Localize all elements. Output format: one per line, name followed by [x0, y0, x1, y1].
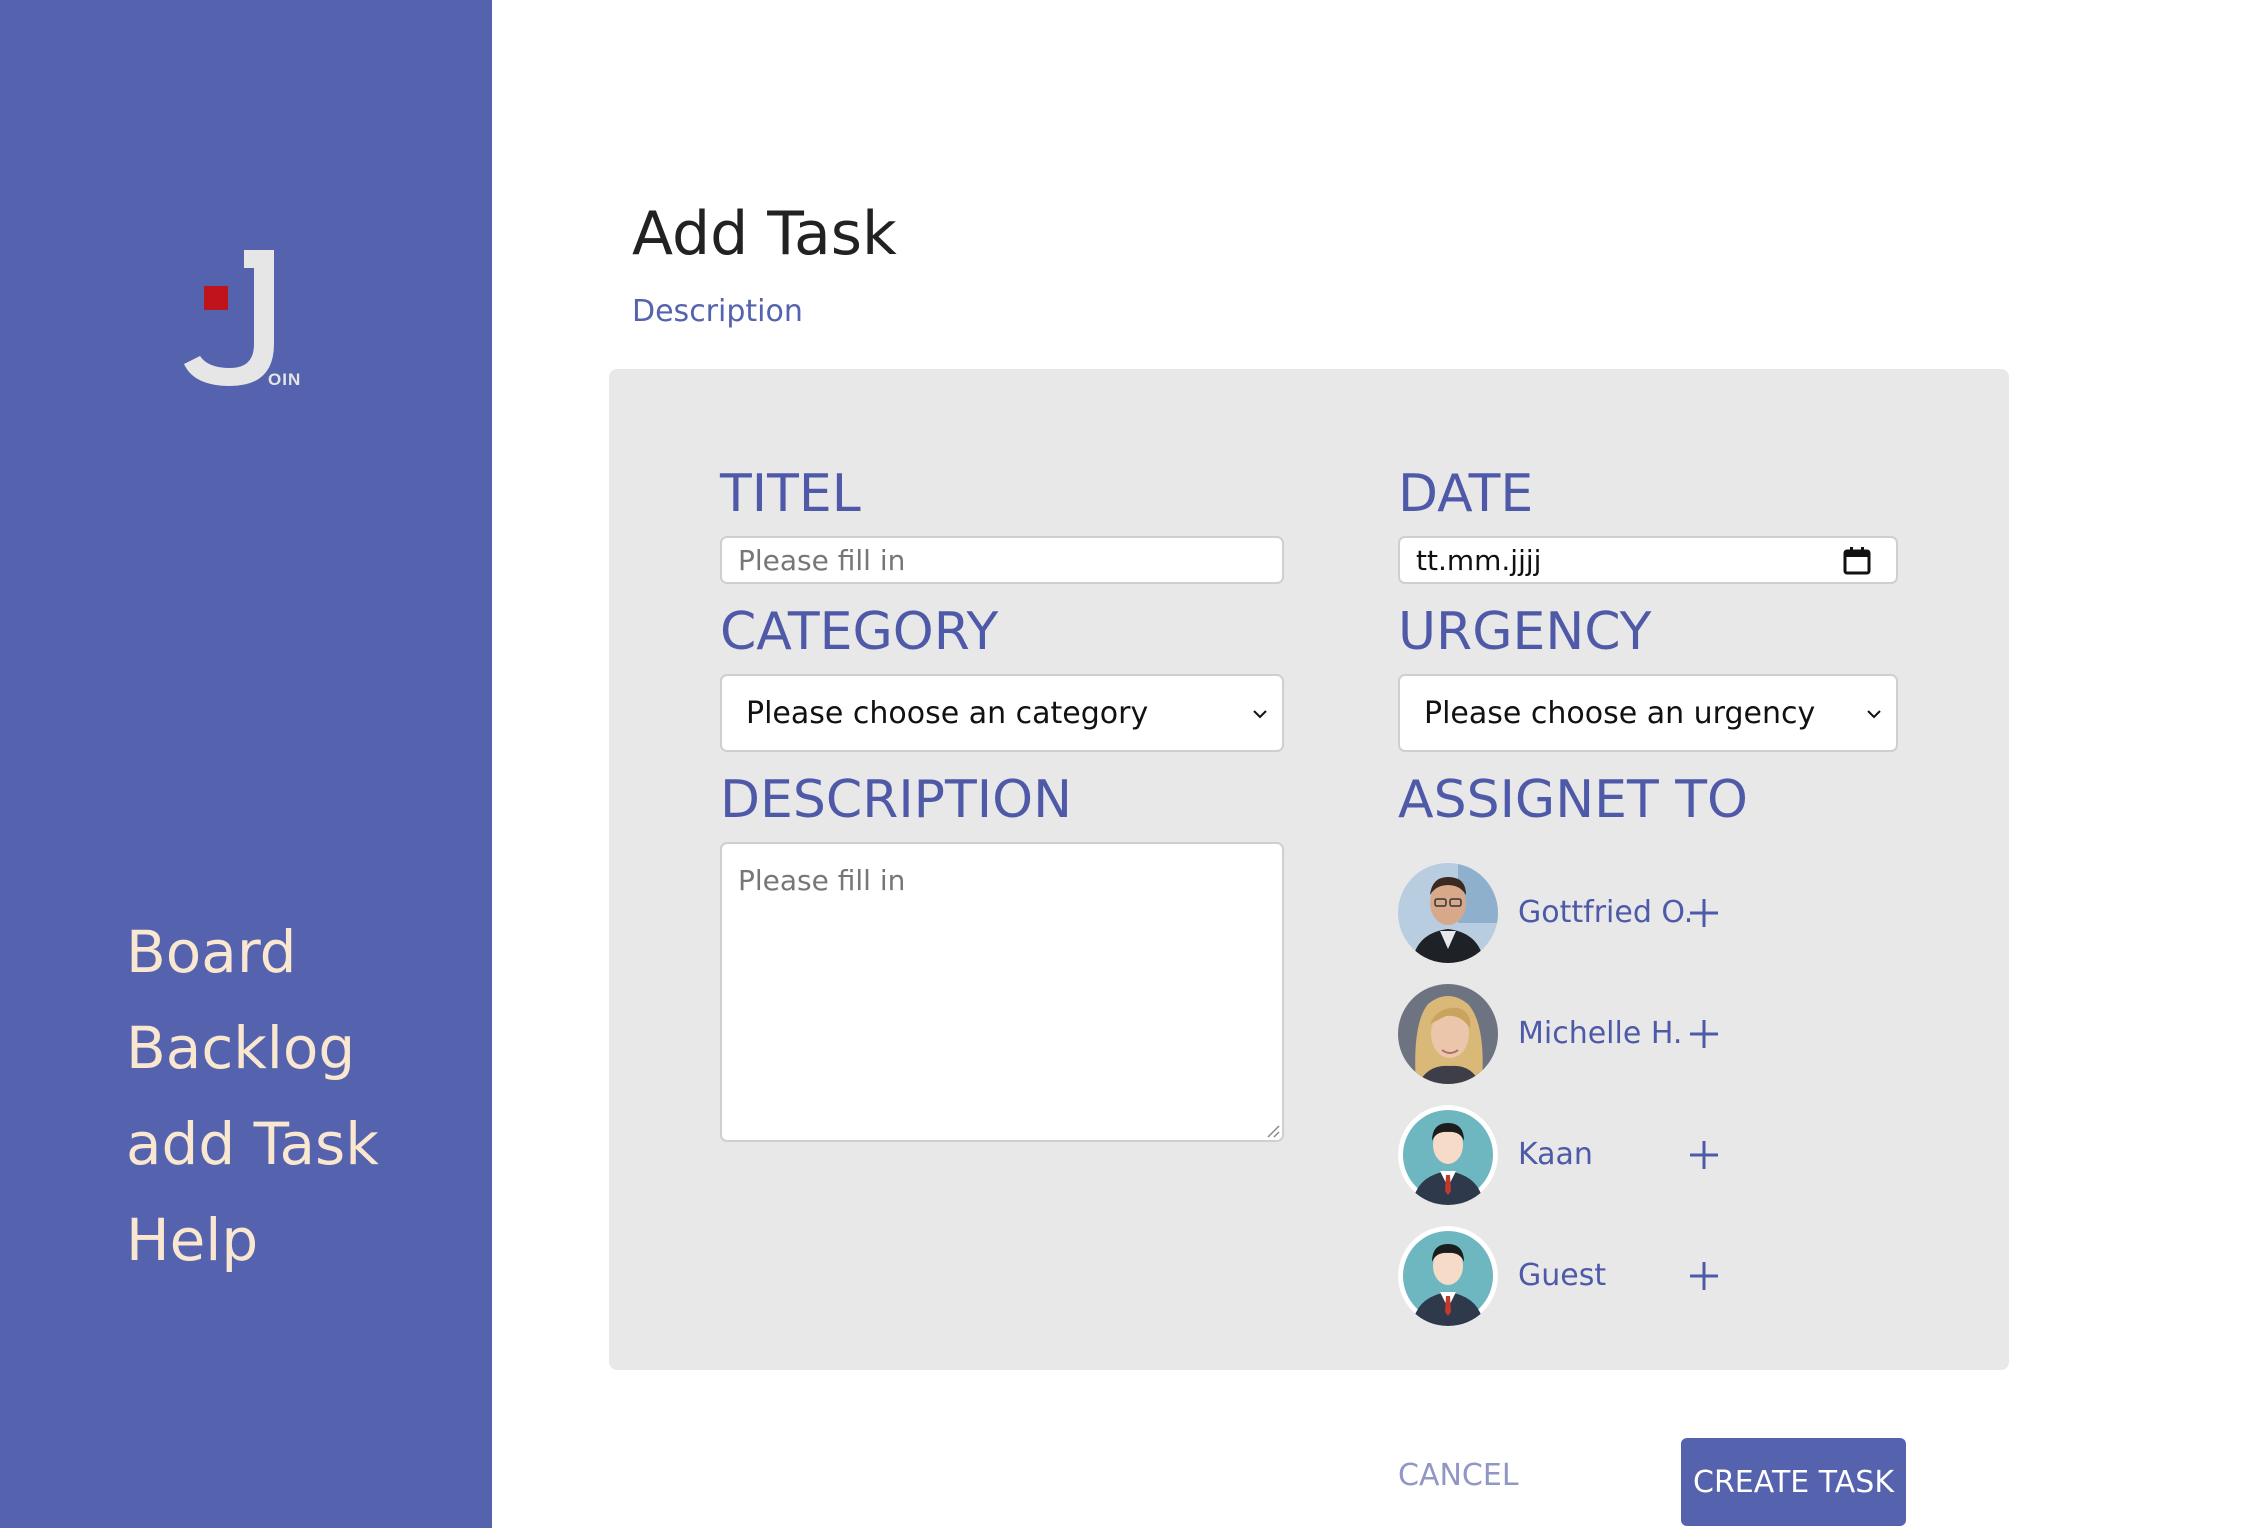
- category-selected: Please choose an category: [746, 695, 1149, 731]
- description-textarea[interactable]: [720, 842, 1284, 1142]
- nav-item-help[interactable]: Help: [126, 1192, 379, 1288]
- nav-item-board[interactable]: Board: [126, 904, 379, 1000]
- user-photo-icon: [1398, 984, 1498, 1084]
- assignee-name: Michelle H.: [1518, 1016, 1683, 1051]
- plus-icon[interactable]: [1688, 897, 1720, 929]
- user-photo-icon: [1398, 863, 1498, 963]
- chevron-down-icon: [1867, 710, 1881, 719]
- nav-item-backlog[interactable]: Backlog: [126, 1000, 379, 1096]
- plus-icon[interactable]: [1688, 1260, 1720, 1292]
- category-select[interactable]: Please choose an category: [720, 674, 1284, 752]
- assignee-row-kaan: Kaan: [1398, 1105, 1738, 1205]
- assignee-row-gottfried: Gottfried O.: [1398, 863, 1738, 963]
- description-label: DESCRIPTION: [720, 770, 1072, 830]
- page-title: Add Task: [632, 199, 897, 269]
- default-avatar-icon: [1398, 1226, 1498, 1326]
- assignee-row-michelle: Michelle H.: [1398, 984, 1738, 1084]
- nav-item-add-task[interactable]: add Task: [126, 1096, 379, 1192]
- logo-text: OIN: [268, 370, 302, 389]
- date-value: tt.mm.jjjj: [1416, 543, 1542, 577]
- date-label: DATE: [1398, 464, 1534, 524]
- assigned-to-label: ASSIGNET TO: [1398, 770, 1748, 830]
- avatar: [1398, 863, 1498, 963]
- cancel-button[interactable]: CANCEL: [1398, 1438, 1519, 1514]
- page-subtitle: Description: [632, 294, 803, 329]
- urgency-label: URGENCY: [1398, 602, 1652, 662]
- urgency-select[interactable]: Please choose an urgency: [1398, 674, 1898, 752]
- chevron-down-icon: [1253, 710, 1267, 719]
- main-nav: Board Backlog add Task Help: [126, 904, 379, 1288]
- default-avatar-icon: [1398, 1105, 1498, 1205]
- assignee-name: Gottfried O.: [1518, 895, 1694, 930]
- title-label: TITEL: [720, 464, 861, 524]
- avatar: [1398, 1105, 1498, 1205]
- assignee-name: Guest: [1518, 1258, 1607, 1293]
- avatar: [1398, 1226, 1498, 1326]
- assignee-name: Kaan: [1518, 1137, 1593, 1172]
- title-input[interactable]: [720, 536, 1284, 584]
- sidebar: OIN Board Backlog add Task Help: [0, 0, 492, 1528]
- date-input[interactable]: tt.mm.jjjj: [1398, 536, 1898, 584]
- avatar: [1398, 984, 1498, 1084]
- plus-icon[interactable]: [1688, 1139, 1720, 1171]
- plus-icon[interactable]: [1688, 1018, 1720, 1050]
- resize-grip-icon[interactable]: [1264, 1122, 1280, 1138]
- assignee-row-guest: Guest: [1398, 1226, 1738, 1326]
- category-label: CATEGORY: [720, 602, 999, 662]
- create-task-button[interactable]: CREATE TASK: [1681, 1438, 1906, 1526]
- urgency-selected: Please choose an urgency: [1424, 695, 1816, 731]
- calendar-icon[interactable]: [1842, 546, 1872, 576]
